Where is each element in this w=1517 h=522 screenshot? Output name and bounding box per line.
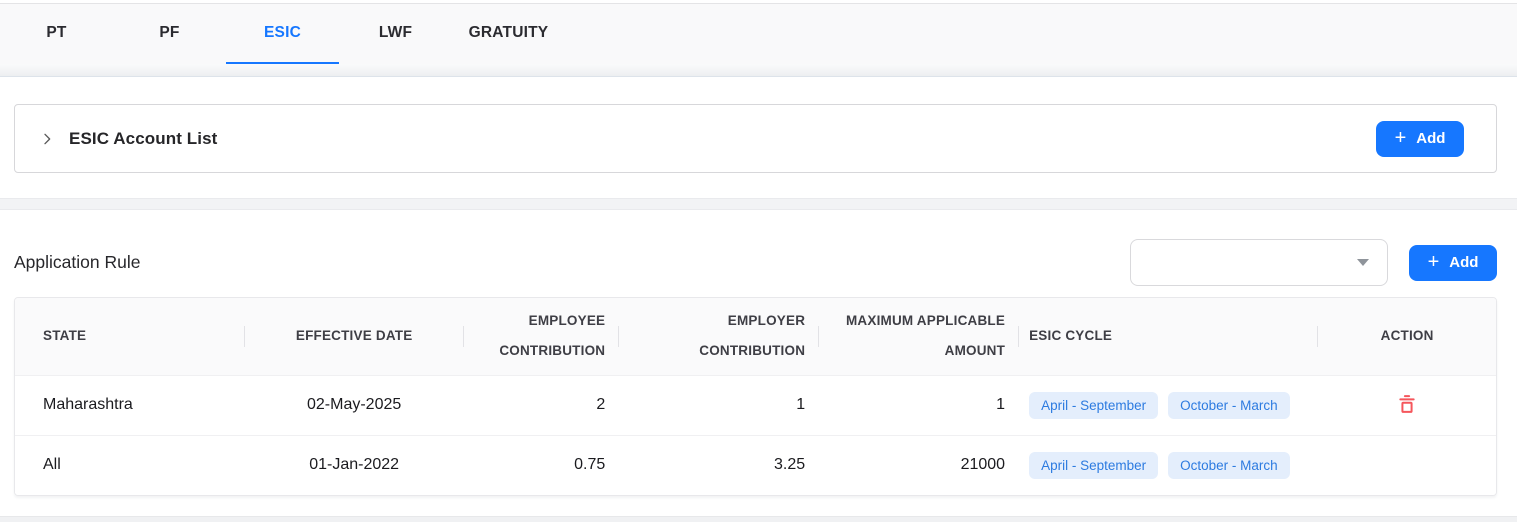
application-rule-table: STATE EFFECTIVE DATE EMPLOYEE CONTRIBUTI… xyxy=(14,297,1497,496)
tab-pt[interactable]: PT xyxy=(0,4,113,64)
chevron-right-icon[interactable] xyxy=(39,131,55,147)
cell-maximum-applicable-amount: 21000 xyxy=(819,434,1020,495)
delete-row-button[interactable] xyxy=(1395,391,1419,417)
caret-down-icon xyxy=(1357,259,1369,266)
account-add-button-label: Add xyxy=(1416,130,1446,147)
tab-pf[interactable]: PF xyxy=(113,4,226,64)
trash-icon xyxy=(1399,394,1415,413)
cell-effective-date: 01-Jan-2022 xyxy=(244,434,464,495)
esic-cycle-pill: October - March xyxy=(1168,391,1290,419)
table-row: Maharashtra 02-May-2025 2 1 1 April - Se… xyxy=(15,374,1496,435)
tab-lwf[interactable]: LWF xyxy=(339,4,452,64)
bottom-gap xyxy=(0,496,1517,516)
cell-action-empty xyxy=(1318,434,1496,495)
tab-bar: PT PF ESIC LWF GRATUITY xyxy=(0,3,1517,64)
account-add-button[interactable]: + Add xyxy=(1376,120,1464,157)
table-row: All 01-Jan-2022 0.75 3.25 21000 April - … xyxy=(15,434,1496,495)
column-header-state: STATE xyxy=(15,298,245,375)
column-header-effective-date: EFFECTIVE DATE xyxy=(244,298,464,375)
table-header-row: STATE EFFECTIVE DATE EMPLOYEE CONTRIBUTI… xyxy=(15,298,1496,375)
cell-employer-contribution: 3.25 xyxy=(619,434,820,495)
esic-cycle-pill: April - September xyxy=(1029,391,1159,419)
cell-effective-date: 02-May-2025 xyxy=(244,374,464,435)
tab-esic[interactable]: ESIC xyxy=(226,4,339,64)
application-rule-add-button-label: Add xyxy=(1449,254,1479,271)
application-rule-add-button[interactable]: + Add xyxy=(1409,244,1497,281)
cell-employee-contribution: 0.75 xyxy=(463,434,620,495)
esic-cycle-pill: April - September xyxy=(1029,451,1159,479)
esic-account-list-card: ESIC Account List + Add xyxy=(14,104,1497,173)
esic-account-list-title: ESIC Account List xyxy=(69,128,218,148)
cell-state: Maharashtra xyxy=(15,374,245,435)
cell-employee-contribution: 2 xyxy=(463,374,620,435)
plus-icon: + xyxy=(1427,250,1440,273)
cell-esic-cycle: April - September October - March xyxy=(1019,434,1319,495)
esic-cycle-pill: October - March xyxy=(1168,451,1290,479)
cell-employer-contribution: 1 xyxy=(619,374,820,435)
cell-maximum-applicable-amount: 1 xyxy=(819,374,1020,435)
cell-action xyxy=(1318,374,1496,435)
column-header-esic-cycle: ESIC CYCLE xyxy=(1019,298,1319,375)
application-rule-bar: Application Rule + Add xyxy=(14,239,1497,286)
cell-state: All xyxy=(15,434,245,495)
cell-esic-cycle: April - September October - March xyxy=(1019,374,1319,435)
section-divider-strip xyxy=(0,198,1517,210)
column-header-action: ACTION xyxy=(1318,298,1496,375)
tab-gratuity[interactable]: GRATUITY xyxy=(452,4,565,64)
plus-icon: + xyxy=(1394,126,1407,149)
application-rule-select[interactable] xyxy=(1130,239,1388,286)
column-header-employer-contribution: EMPLOYER CONTRIBUTION xyxy=(619,298,820,375)
bottom-divider-strip xyxy=(0,516,1517,522)
column-header-maximum-applicable-amount: MAXIMUM APPLICABLE AMOUNT xyxy=(819,298,1020,375)
column-header-employee-contribution: EMPLOYEE CONTRIBUTION xyxy=(463,298,620,375)
application-rule-title: Application Rule xyxy=(14,252,141,272)
tabbar-shadow-divider xyxy=(0,64,1517,77)
